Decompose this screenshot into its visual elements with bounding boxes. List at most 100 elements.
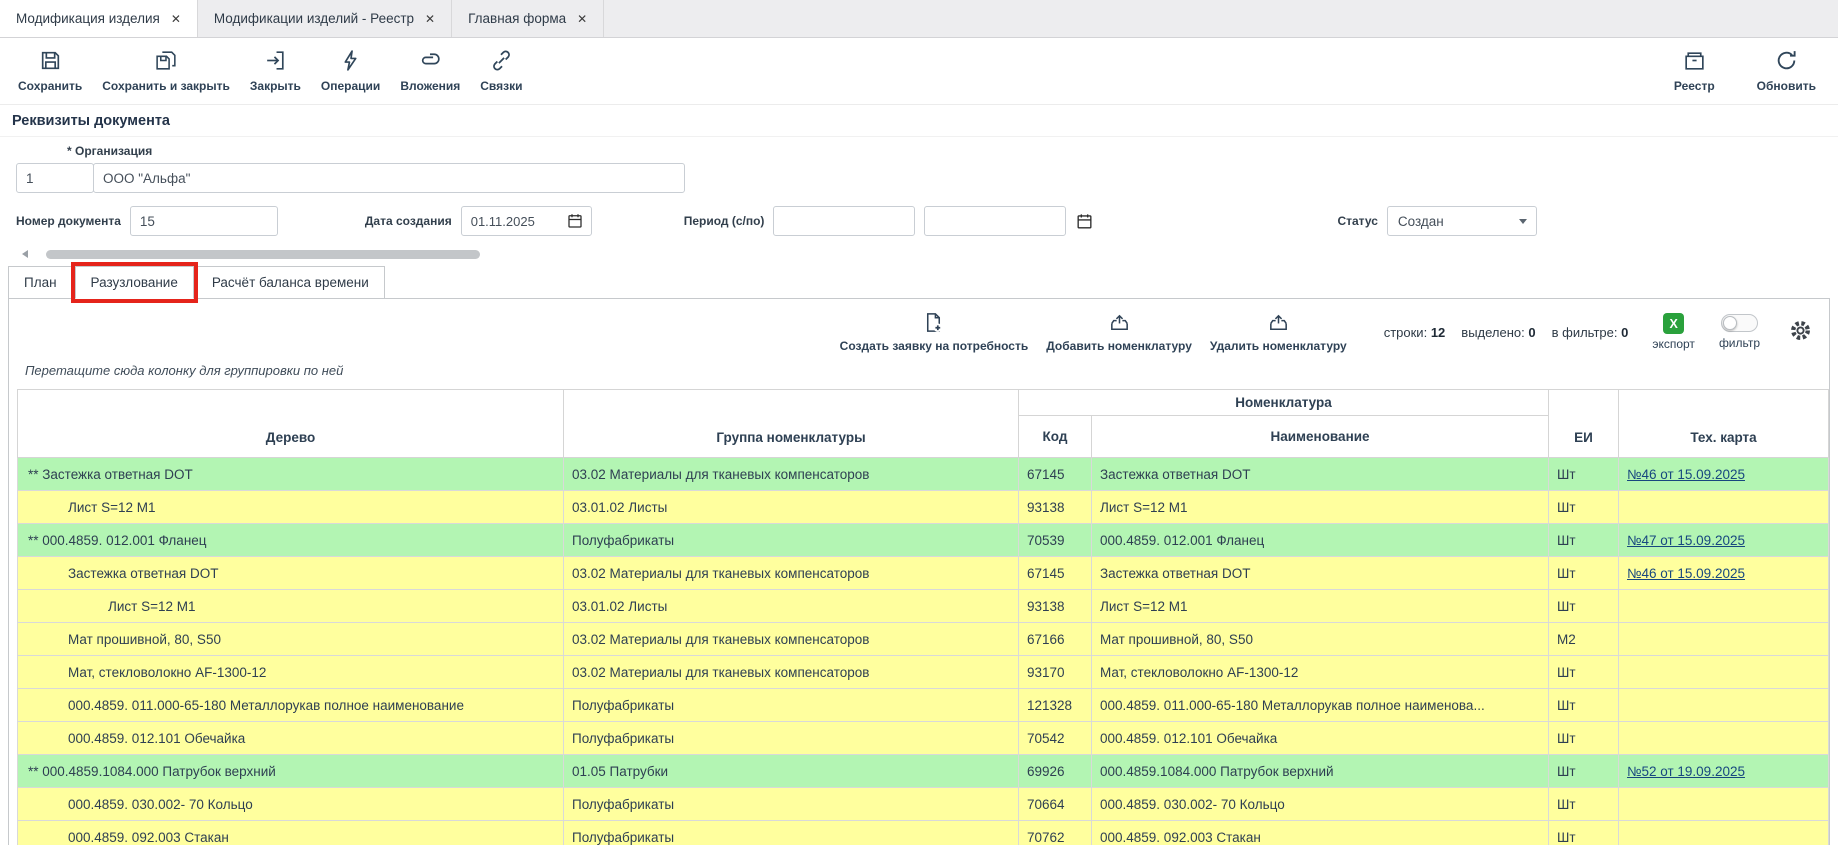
tech-card-link[interactable]: №47 от 15.09.2025 [1627,533,1745,548]
doc-number-input[interactable] [130,206,278,236]
close-button[interactable]: Закрыть [240,45,311,96]
table-row[interactable]: 000.4859. 030.002- 70 Кольцо Полуфабрика… [18,788,1829,821]
creation-date-input[interactable] [462,207,566,235]
stat-selected-value: 0 [1528,325,1535,340]
cell-unit: Шт [1549,557,1619,590]
refresh-label: Обновить [1757,79,1816,93]
scrollbar-thumb[interactable] [46,250,480,259]
organization-name-input[interactable] [93,163,685,193]
table-row[interactable]: ** 000.4859.1084.000 Патрубок верхний 01… [18,755,1829,788]
cell-tech-card [1619,788,1829,821]
table-row[interactable]: Застежка ответная DOT 03.02 Материалы дл… [18,557,1829,590]
delete-nomenclature-button[interactable]: Удалить номенклатуру [1201,309,1356,355]
create-demand-button[interactable]: Создать заявку на потребность [831,309,1038,355]
scroll-left-arrow-icon[interactable] [22,250,28,258]
operations-button[interactable]: Операции [311,45,390,96]
attachments-label: Вложения [400,79,460,93]
horizontal-scrollbar[interactable] [16,248,1822,261]
col-header-tech-card[interactable]: Тех. карта [1619,390,1829,458]
cell-name: Застежка ответная DOT [1092,557,1549,590]
window-tabstrip: Модификация изделия ✕ Модификации издели… [0,0,1838,38]
filter-toggle[interactable] [1721,314,1758,332]
export-excel-button[interactable]: X экспорт [1652,313,1695,351]
settings-button[interactable] [1786,316,1815,348]
cell-unit: Шт [1549,821,1619,845]
window-tab-label: Модификация изделия [16,11,160,26]
refresh-button[interactable]: Обновить [1747,45,1826,96]
table-row[interactable]: Лист S=12 М1 03.01.02 Листы 93138 Лист S… [18,590,1829,623]
table-row[interactable]: Мат прошивной, 80, S50 03.02 Материалы д… [18,623,1829,656]
cell-tree: Мат, стекловолокно AF-1300-12 [18,656,564,689]
main-toolbar: Сохранить Сохранить и закрыть Закрыть Оп… [0,38,1838,104]
cell-group: 03.02 Материалы для тканевых компенсатор… [564,623,1019,656]
stat-filtered: в фильтре: 0 [1552,325,1629,340]
cell-tech-card: №46 от 15.09.2025 [1619,458,1829,491]
cell-tree: ** Застежка ответная DOT [18,458,564,491]
col-header-code[interactable]: Код [1019,416,1092,458]
tab-razuzlovanie[interactable]: Разузлование [75,266,194,299]
tech-card-link[interactable]: №46 от 15.09.2025 [1627,566,1745,581]
organization-code-input[interactable] [16,163,94,193]
cell-code: 93138 [1019,590,1092,623]
tab-plan[interactable]: План [8,266,73,299]
floppy-icon [38,48,63,76]
col-header-tree[interactable]: Дерево [18,390,564,458]
filter-toggle-group[interactable]: фильтр [1719,314,1760,350]
table-row[interactable]: Мат, стекловолокно AF-1300-12 03.02 Мате… [18,656,1829,689]
tray-arrow-up-icon [1108,311,1131,337]
creation-date-box [461,206,592,236]
cell-tech-card: №46 от 15.09.2025 [1619,557,1829,590]
save-button[interactable]: Сохранить [8,45,92,96]
col-header-unit[interactable]: ЕИ [1549,390,1619,458]
cell-unit: Шт [1549,788,1619,821]
table-row[interactable]: 000.4859. 092.003 Стакан Полуфабрикаты 7… [18,821,1829,845]
col-header-name[interactable]: Наименование [1092,416,1549,458]
refresh-icon [1774,48,1799,76]
close-icon[interactable]: ✕ [171,12,181,26]
col-header-group[interactable]: Группа номенклатуры [564,390,1019,458]
cell-code: 93138 [1019,491,1092,524]
cell-unit: Шт [1549,689,1619,722]
close-icon[interactable]: ✕ [425,12,435,26]
table-row[interactable]: Лист S=12 М1 03.01.02 Листы 93138 Лист S… [18,491,1829,524]
tab-plan-label: План [24,275,57,290]
period-from-input[interactable] [773,206,915,236]
calendar-icon[interactable] [1075,212,1094,231]
tab-time-balance[interactable]: Расчёт баланса времени [196,266,385,299]
window-tab-label: Модификации изделий - Реестр [214,11,414,26]
window-tab-main-form[interactable]: Главная форма ✕ [452,0,604,37]
table-row[interactable]: 000.4859. 011.000-65-180 Металлорукав по… [18,689,1829,722]
add-nomenclature-button[interactable]: Добавить номенклатуру [1037,309,1201,355]
status-label: Статус [1337,214,1377,228]
cell-unit: Шт [1549,590,1619,623]
creation-date-group: Дата создания [365,206,592,236]
links-button[interactable]: Связки [470,45,532,96]
stat-rows-value: 12 [1431,325,1445,340]
explosion-panel: Создать заявку на потребность Добавить н… [8,298,1830,845]
status-select[interactable]: Создан [1387,206,1537,236]
tech-card-link[interactable]: №46 от 15.09.2025 [1627,467,1745,482]
col-header-nomenclature: Номенклатура [1019,390,1549,416]
window-tab-modification[interactable]: Модификация изделия ✕ [0,0,198,37]
registry-button[interactable]: Реестр [1664,45,1725,96]
cell-tree: ** 000.4859. 012.001 Фланец [18,524,564,557]
table-row[interactable]: ** Застежка ответная DOT 03.02 Материалы… [18,458,1829,491]
card-box-icon [1682,48,1707,76]
cell-name: 000.4859. 012.001 Фланец [1092,524,1549,557]
fields-row: Номер документа Дата создания Период (с/… [16,206,1822,236]
period-to-input[interactable] [924,206,1066,236]
save-and-close-button[interactable]: Сохранить и закрыть [92,45,240,96]
cell-group: Полуфабрикаты [564,821,1019,845]
close-icon[interactable]: ✕ [577,12,587,26]
cell-group: Полуфабрикаты [564,788,1019,821]
cell-tree: Лист S=12 М1 [18,590,564,623]
attachments-button[interactable]: Вложения [390,45,470,96]
window-tab-registry[interactable]: Модификации изделий - Реестр ✕ [198,0,452,37]
tech-card-link[interactable]: №52 от 19.09.2025 [1627,764,1745,779]
calendar-icon[interactable] [566,212,584,230]
table-row[interactable]: 000.4859. 012.101 Обечайка Полуфабрикаты… [18,722,1829,755]
save-label: Сохранить [18,79,82,93]
cell-tech-card [1619,491,1829,524]
stat-rows-label: строки: [1384,325,1427,340]
table-row[interactable]: ** 000.4859. 012.001 Фланец Полуфабрикат… [18,524,1829,557]
